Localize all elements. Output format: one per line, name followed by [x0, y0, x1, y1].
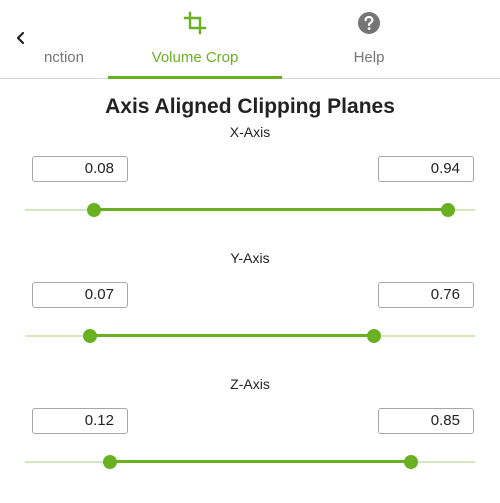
slider-range-fill: [93, 208, 449, 211]
tab-help[interactable]: Help: [282, 0, 456, 78]
y-axis-min-handle[interactable]: [82, 329, 97, 343]
tab-function[interactable]: nction: [0, 0, 108, 78]
z-axis-max-input[interactable]: 0.85: [378, 408, 474, 434]
z-axis-range-slider[interactable]: [25, 454, 475, 470]
tab-help-label: Help: [353, 49, 385, 66]
y-axis-min-input[interactable]: 0.07: [32, 282, 128, 308]
tab-volume-crop[interactable]: Volume Crop: [108, 0, 282, 79]
slider-range-fill: [110, 460, 412, 463]
help-circle-icon: [358, 12, 380, 34]
tab-function-label: nction: [43, 49, 84, 66]
x-axis-label: X-Axis: [229, 124, 271, 140]
y-axis-label: Y-Axis: [230, 250, 270, 266]
z-axis-min-input[interactable]: 0.12: [32, 408, 128, 434]
x-axis-max-input[interactable]: 0.94: [378, 156, 474, 182]
z-axis-max-handle[interactable]: [404, 455, 419, 469]
slider-range-fill: [89, 334, 375, 337]
active-tab-indicator: [108, 76, 282, 79]
z-axis-min-handle[interactable]: [103, 455, 118, 469]
x-axis-range-slider[interactable]: [25, 202, 475, 218]
z-axis-label: Z-Axis: [230, 376, 270, 392]
y-axis-max-input[interactable]: 0.76: [378, 282, 474, 308]
x-axis-max-handle[interactable]: [441, 203, 456, 217]
x-axis-min-handle[interactable]: [86, 203, 101, 217]
y-axis-range-slider[interactable]: [25, 328, 475, 344]
tab-bar: nction Volume Crop Help: [0, 0, 500, 79]
tab-volume-crop-label: Volume Crop: [151, 49, 239, 66]
crop-icon: [183, 11, 207, 35]
x-axis-min-input[interactable]: 0.08: [32, 156, 128, 182]
y-axis-max-handle[interactable]: [367, 329, 382, 343]
panel-title: Axis Aligned Clipping Planes: [105, 95, 395, 118]
